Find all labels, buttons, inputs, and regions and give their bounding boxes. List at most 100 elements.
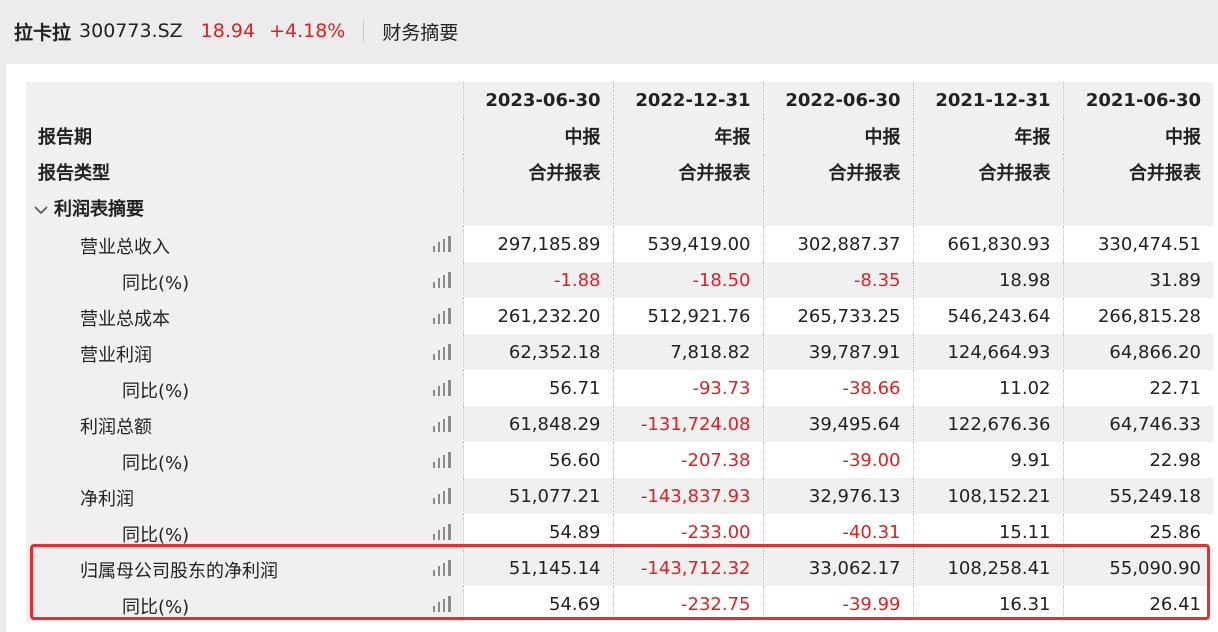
value-cell: 297,185.89 — [462, 226, 613, 262]
value-cell: 15.11 — [912, 514, 1063, 550]
section-cell — [462, 190, 613, 226]
value-cell: -39.00 — [762, 442, 913, 478]
value-cell: 539,419.00 — [612, 226, 763, 262]
value-cell: -18.50 — [612, 262, 763, 298]
table-row: 净利润 51,077.21 -143,837.93 32,976.13 108,152.… — [26, 478, 1213, 514]
value-cell: 25.86 — [1062, 514, 1213, 550]
section-title: 利润表摘要 — [54, 199, 144, 220]
value-cell: 39,495.64 — [762, 406, 913, 442]
period-date-header[interactable]: 2022-06-30 — [762, 82, 913, 118]
section-toggle[interactable]: 利润表摘要 — [26, 190, 463, 226]
value-cell: 32,976.13 — [762, 478, 913, 514]
table-row: 归属母公司股东的净利润 51,145.14 -143,712.32 33,062.17… — [26, 550, 1213, 586]
value-cell: 55,090.90 — [1062, 550, 1213, 586]
value-cell: -143,837.93 — [612, 478, 763, 514]
table-row: 营业总成本 261,232.20 512,921.76 265,733.25 546,2… — [26, 298, 1213, 334]
header-row: 报告类型 合并报表 合并报表 合并报表 合并报表 合并报表 — [26, 154, 1213, 190]
value-cell: -131,724.08 — [612, 406, 763, 442]
financial-table: 2023-06-30 2022-12-31 2022-06-30 2021-12-31… — [26, 82, 1213, 622]
section-row[interactable]: 利润表摘要 — [26, 190, 1213, 226]
section-cell — [612, 190, 763, 226]
table-row: 同比(%) 54.69 -232.75 -39.99 16.31 26.41 — [26, 586, 1213, 622]
row-label-cell: 同比(%) — [26, 262, 463, 298]
header-cell: 合并报表 — [912, 154, 1063, 190]
value-cell: -143,712.32 — [612, 550, 763, 586]
stock-name: 拉卡拉 — [14, 21, 72, 44]
bar-chart-icon[interactable] — [432, 380, 451, 396]
value-cell: -93.73 — [612, 370, 763, 406]
row-label: 营业总收入 — [80, 237, 170, 258]
value-cell: 26.41 — [1062, 586, 1213, 622]
bar-chart-icon[interactable] — [432, 524, 451, 540]
row-label: 利润总额 — [80, 417, 152, 438]
header-cell: 中报 — [1062, 118, 1213, 154]
bar-chart-icon[interactable] — [432, 272, 451, 288]
header-row-label: 报告期 — [26, 118, 463, 154]
table-row: 同比(%) 56.71 -93.73 -38.66 11.02 22.71 — [26, 370, 1213, 406]
row-label-cell: 净利润 — [26, 478, 463, 514]
financial-summary-panel: 2023-06-30 2022-12-31 2022-06-30 2021-12-31… — [6, 64, 1218, 632]
value-cell: 62,352.18 — [462, 334, 613, 370]
value-cell: 124,664.93 — [912, 334, 1063, 370]
header-cell: 合并报表 — [612, 154, 763, 190]
value-cell: 31.89 — [1062, 262, 1213, 298]
header-divider — [363, 20, 365, 42]
header-row-label: 报告类型 — [26, 154, 463, 190]
value-cell: 64,746.33 — [1062, 406, 1213, 442]
value-cell: 51,077.21 — [462, 478, 613, 514]
value-cell: 54.89 — [462, 514, 613, 550]
bar-chart-icon[interactable] — [432, 344, 451, 360]
value-cell: -207.38 — [612, 442, 763, 478]
header-row: 报告期 中报 年报 中报 年报 中报 — [26, 118, 1213, 154]
row-label-cell: 同比(%) — [26, 586, 463, 622]
value-cell: 108,258.41 — [912, 550, 1063, 586]
row-label: 同比(%) — [122, 525, 190, 546]
value-cell: 108,152.21 — [912, 478, 1063, 514]
value-cell: 16.31 — [912, 586, 1063, 622]
bar-chart-icon[interactable] — [432, 416, 451, 432]
row-label: 同比(%) — [122, 453, 190, 474]
row-label-cell: 归属母公司股东的净利润 — [26, 550, 463, 586]
bar-chart-icon[interactable] — [432, 596, 451, 612]
section-cell — [912, 190, 1063, 226]
stock-code: 300773.SZ — [79, 20, 183, 42]
bar-chart-icon[interactable] — [432, 560, 451, 576]
chevron-down-icon[interactable] — [34, 199, 50, 220]
stock-change: +4.18% — [269, 20, 346, 42]
value-cell: 22.98 — [1062, 442, 1213, 478]
value-cell: 265,733.25 — [762, 298, 913, 334]
header-cell: 合并报表 — [1062, 154, 1213, 190]
table-row: 同比(%) -1.88 -18.50 -8.35 18.98 31.89 — [26, 262, 1213, 298]
bar-chart-icon[interactable] — [432, 308, 451, 324]
tab-financial-summary[interactable]: 财务摘要 — [382, 18, 458, 45]
value-cell: 56.60 — [462, 442, 613, 478]
bar-chart-icon[interactable] — [432, 452, 451, 468]
value-cell: 22.71 — [1062, 370, 1213, 406]
row-label: 净利润 — [80, 489, 134, 510]
value-cell: 266,815.28 — [1062, 298, 1213, 334]
value-cell: 61,848.29 — [462, 406, 613, 442]
value-cell: 512,921.76 — [612, 298, 763, 334]
value-cell: -40.31 — [762, 514, 913, 550]
value-cell: 54.69 — [462, 586, 613, 622]
row-label-cell: 同比(%) — [26, 442, 463, 478]
value-cell: 51,145.14 — [462, 550, 613, 586]
value-cell: -1.88 — [462, 262, 613, 298]
period-date-header[interactable]: 2022-12-31 — [612, 82, 763, 118]
value-cell: 9.91 — [912, 442, 1063, 478]
header-cell: 合并报表 — [762, 154, 913, 190]
period-date-header[interactable]: 2021-12-31 — [912, 82, 1063, 118]
row-label: 归属母公司股东的净利润 — [80, 561, 278, 582]
row-label: 同比(%) — [122, 273, 190, 294]
stock-price: 18.94 — [200, 20, 256, 42]
value-cell: 56.71 — [462, 370, 613, 406]
value-cell: -38.66 — [762, 370, 913, 406]
bar-chart-icon[interactable] — [432, 236, 451, 252]
period-date-header[interactable]: 2021-06-30 — [1062, 82, 1213, 118]
value-cell: 7,818.82 — [612, 334, 763, 370]
table-row: 同比(%) 56.60 -207.38 -39.00 9.91 22.98 — [26, 442, 1213, 478]
row-label-cell: 营业总成本 — [26, 298, 463, 334]
period-date-header[interactable]: 2023-06-30 — [462, 82, 613, 118]
value-cell: 55,249.18 — [1062, 478, 1213, 514]
bar-chart-icon[interactable] — [432, 488, 451, 504]
